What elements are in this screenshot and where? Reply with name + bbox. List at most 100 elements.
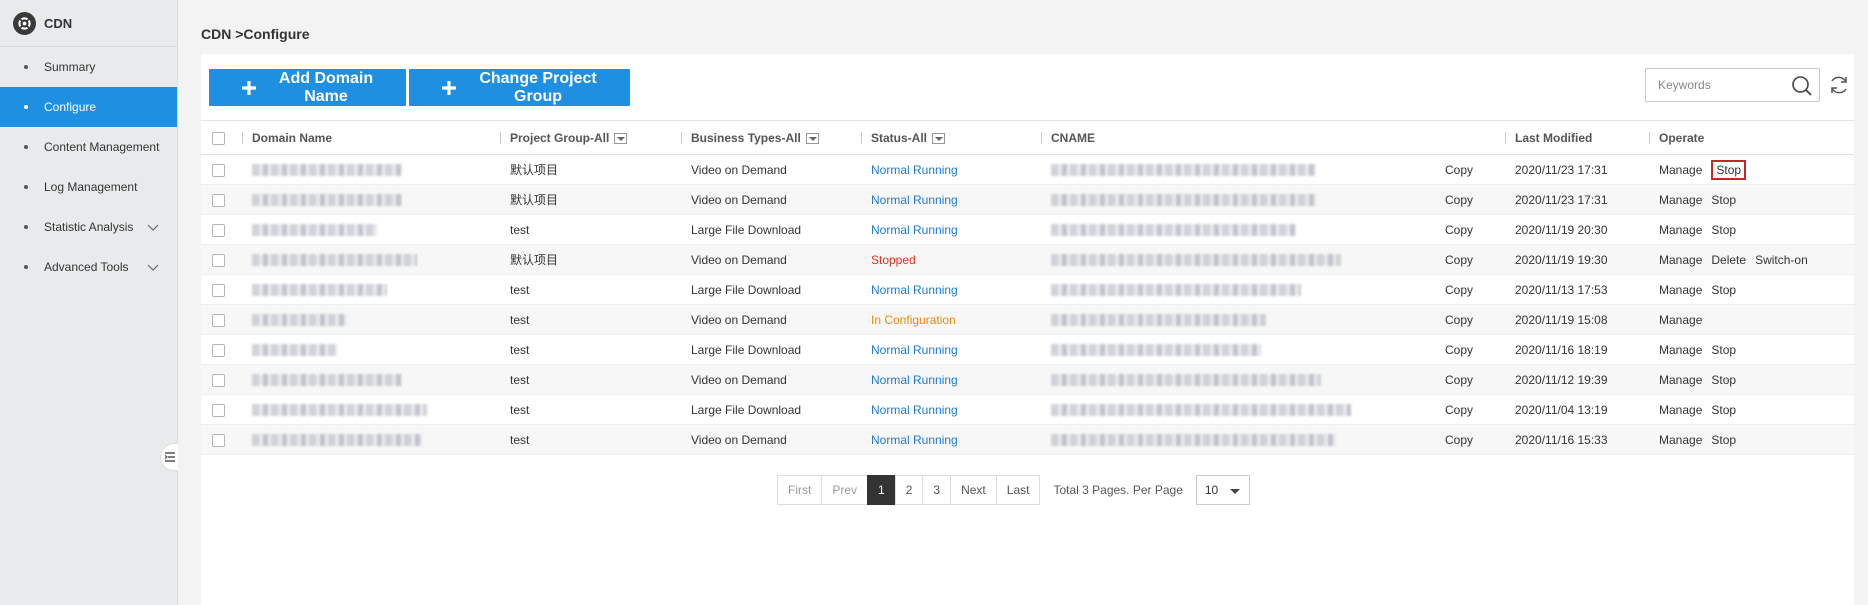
manage-action[interactable]: Manage: [1659, 163, 1702, 177]
sidebar-item-label: Statistic Analysis: [44, 220, 134, 234]
col-last-modified: Last Modified: [1515, 130, 1593, 145]
sidebar-item-content-management[interactable]: Content Management: [0, 127, 177, 167]
page-first-button[interactable]: First: [777, 475, 823, 505]
row-checkbox[interactable]: [212, 223, 225, 237]
stop-action[interactable]: Stop: [1711, 403, 1736, 417]
page-next-button[interactable]: Next: [950, 475, 997, 505]
breadcrumb: CDN >Configure: [201, 26, 310, 42]
copy-cname-button[interactable]: Copy: [1445, 343, 1473, 357]
search-icon[interactable]: [1791, 75, 1813, 97]
switch-on-action[interactable]: Switch-on: [1755, 253, 1808, 267]
page-2-button[interactable]: 2: [894, 475, 924, 505]
sidebar-item-label: Configure: [44, 100, 97, 114]
page-1-button[interactable]: 1: [867, 475, 896, 505]
domain-name-redacted: [252, 224, 377, 237]
sidebar-item-label: Log Management: [44, 180, 138, 194]
sidebar-item-summary[interactable]: Summary: [0, 47, 177, 87]
manage-action[interactable]: Manage: [1659, 433, 1702, 447]
copy-cname-button[interactable]: Copy: [1445, 253, 1473, 267]
bullet-icon: [24, 265, 28, 269]
stop-action[interactable]: Stop: [1711, 193, 1736, 207]
manage-action[interactable]: Manage: [1659, 373, 1702, 387]
bullet-icon: [24, 225, 28, 229]
refresh-icon[interactable]: [1828, 74, 1850, 96]
page-3-button[interactable]: 3: [922, 475, 952, 505]
table-row: test Large File Download Normal Running Cop…: [201, 274, 1854, 305]
copy-cname-button[interactable]: Copy: [1445, 223, 1473, 237]
status-cell: Normal Running: [861, 274, 1041, 305]
copy-cname-button[interactable]: Copy: [1445, 433, 1473, 447]
business-types-filter-dropdown[interactable]: [805, 132, 819, 144]
cdn-logo-icon: [13, 11, 36, 35]
status-cell: Normal Running: [861, 364, 1041, 395]
page-prev-button[interactable]: Prev: [821, 475, 869, 505]
col-status: Status-All: [871, 130, 928, 145]
manage-action[interactable]: Manage: [1659, 343, 1702, 357]
row-checkbox[interactable]: [212, 433, 225, 447]
chevron-down-icon: [147, 224, 159, 231]
page-last-button[interactable]: Last: [995, 475, 1041, 505]
select-all-checkbox[interactable]: [212, 131, 225, 145]
table-row: test Video on Demand Normal Running Copy 202…: [201, 424, 1854, 455]
manage-action[interactable]: Manage: [1659, 253, 1702, 267]
col-cname: CNAME: [1051, 130, 1095, 145]
sidebar-item-label: Summary: [44, 60, 96, 74]
sidebar-item-configure[interactable]: Configure: [0, 87, 177, 127]
project-group-filter-dropdown[interactable]: [614, 132, 628, 144]
copy-cname-button[interactable]: Copy: [1445, 283, 1473, 297]
stop-action[interactable]: Stop: [1711, 283, 1736, 297]
per-page-select[interactable]: 10: [1195, 475, 1250, 505]
stop-action[interactable]: Stop: [1711, 223, 1736, 237]
sidebar-item-log-management[interactable]: Log Management: [0, 167, 177, 207]
last-modified-cell: 2020/11/04 13:19: [1505, 394, 1649, 425]
row-checkbox[interactable]: [212, 193, 225, 207]
row-checkbox[interactable]: [212, 283, 225, 297]
status-filter-dropdown[interactable]: [932, 132, 946, 144]
domain-name-redacted: [252, 434, 422, 447]
operate-cell: Manage Stop: [1649, 334, 1854, 365]
cname-redacted: [1051, 434, 1336, 447]
stop-action[interactable]: Stop: [1711, 159, 1747, 180]
manage-action[interactable]: Manage: [1659, 223, 1702, 237]
sidebar-item-advanced-tools[interactable]: Advanced Tools: [0, 247, 177, 287]
row-checkbox[interactable]: [212, 163, 225, 177]
sidebar-collapse-handle[interactable]: [160, 443, 178, 471]
domain-name-redacted: [252, 194, 402, 207]
add-domain-button[interactable]: Add Domain Name: [209, 69, 406, 106]
status-cell: Normal Running: [861, 154, 1041, 185]
project-group-cell: 默认项目: [500, 244, 681, 275]
delete-action[interactable]: Delete: [1711, 253, 1746, 267]
status-cell: Normal Running: [861, 334, 1041, 365]
copy-cname-button[interactable]: Copy: [1445, 403, 1473, 417]
row-checkbox[interactable]: [212, 373, 225, 387]
sidebar-item-statistic-analysis[interactable]: Statistic Analysis: [0, 207, 177, 247]
stop-action[interactable]: Stop: [1711, 433, 1736, 447]
project-group-cell: 默认项目: [500, 154, 681, 185]
plus-icon: [442, 81, 456, 95]
last-modified-cell: 2020/11/16 15:33: [1505, 424, 1649, 455]
copy-cname-button[interactable]: Copy: [1445, 313, 1473, 327]
domain-name-redacted: [252, 284, 387, 297]
copy-cname-button[interactable]: Copy: [1445, 193, 1473, 207]
copy-cname-button[interactable]: Copy: [1445, 163, 1473, 177]
row-checkbox[interactable]: [212, 343, 225, 357]
search-input[interactable]: [1646, 69, 1786, 101]
sidebar-item-label: Advanced Tools: [44, 260, 129, 274]
stop-action[interactable]: Stop: [1711, 343, 1736, 357]
manage-action[interactable]: Manage: [1659, 313, 1702, 327]
business-type-cell: Large File Download: [681, 394, 861, 425]
cname-redacted: [1051, 194, 1316, 207]
col-project-group: Project Group-All: [510, 130, 610, 145]
change-group-label: Change Project Group: [479, 69, 597, 105]
change-project-group-button[interactable]: Change Project Group: [409, 69, 630, 106]
stop-action[interactable]: Stop: [1711, 373, 1736, 387]
row-checkbox[interactable]: [212, 403, 225, 417]
project-group-cell: test: [500, 274, 681, 305]
manage-action[interactable]: Manage: [1659, 403, 1702, 417]
row-checkbox[interactable]: [212, 313, 225, 327]
copy-cname-button[interactable]: Copy: [1445, 373, 1473, 387]
pagination-info: Total 3 Pages. Per Page: [1053, 483, 1183, 497]
manage-action[interactable]: Manage: [1659, 193, 1702, 207]
manage-action[interactable]: Manage: [1659, 283, 1702, 297]
row-checkbox[interactable]: [212, 253, 225, 267]
